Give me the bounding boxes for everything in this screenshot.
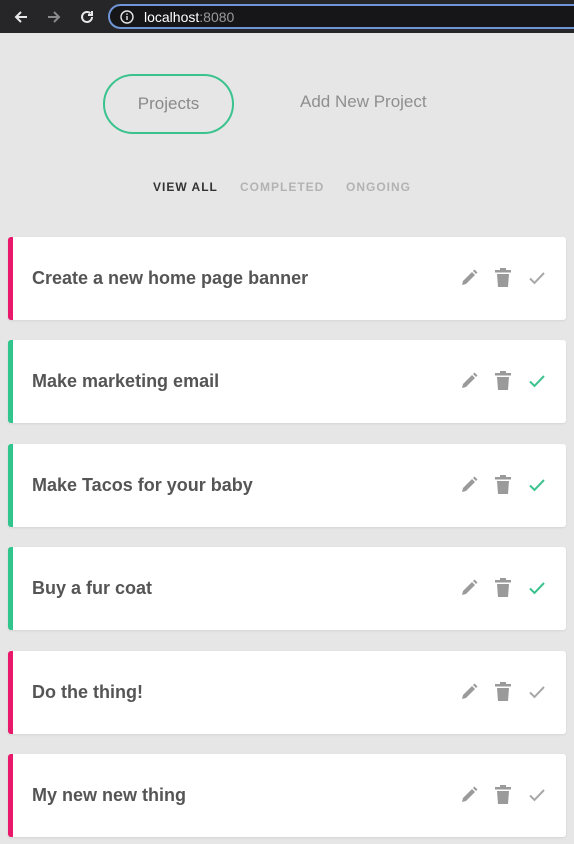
complete-checkmark-icon[interactable] — [526, 474, 548, 496]
edit-pencil-icon[interactable] — [458, 267, 480, 289]
project-card[interactable]: Buy a fur coat — [8, 547, 566, 630]
complete-checkmark-icon[interactable] — [526, 784, 548, 806]
url-host: localhost — [144, 8, 200, 25]
project-card[interactable]: Do the thing! — [8, 651, 566, 734]
reload-icon[interactable] — [76, 6, 98, 28]
info-icon[interactable] — [120, 9, 134, 24]
project-title: Make marketing email — [32, 371, 220, 391]
add-new-project-tab[interactable]: Add New Project — [300, 92, 427, 112]
project-title: Make Tacos for your baby — [32, 475, 253, 495]
project-card[interactable]: My new new thing — [8, 754, 566, 837]
back-arrow-icon[interactable] — [10, 6, 32, 28]
edit-pencil-icon[interactable] — [458, 474, 480, 496]
delete-trash-icon[interactable] — [492, 784, 514, 806]
edit-pencil-icon[interactable] — [458, 681, 480, 703]
project-title: Create a new home page banner — [32, 268, 309, 288]
url-port: :8080 — [199, 8, 235, 25]
project-card[interactable]: Make marketing email — [8, 340, 566, 423]
forward-arrow-icon[interactable] — [43, 6, 65, 28]
address-bar[interactable]: localhost:8080 — [108, 4, 574, 29]
delete-trash-icon[interactable] — [492, 577, 514, 599]
edit-pencil-icon[interactable] — [458, 784, 480, 806]
project-title: Buy a fur coat — [32, 578, 153, 598]
projects-tab[interactable]: Projects — [103, 74, 234, 134]
delete-trash-icon[interactable] — [492, 370, 514, 392]
browser-toolbar: localhost:8080 — [0, 0, 574, 33]
delete-trash-icon[interactable] — [492, 267, 514, 289]
project-title: Do the thing! — [32, 682, 143, 702]
filter-completed[interactable]: COMPLETED — [240, 180, 324, 194]
delete-trash-icon[interactable] — [492, 474, 514, 496]
project-card[interactable]: Create a new home page banner — [8, 237, 566, 320]
complete-checkmark-icon[interactable] — [526, 577, 548, 599]
filter-view-all[interactable]: VIEW ALL — [153, 180, 218, 194]
edit-pencil-icon[interactable] — [458, 577, 480, 599]
edit-pencil-icon[interactable] — [458, 370, 480, 392]
complete-checkmark-icon[interactable] — [526, 370, 548, 392]
complete-checkmark-icon[interactable] — [526, 681, 548, 703]
project-card[interactable]: Make Tacos for your baby — [8, 444, 566, 527]
complete-checkmark-icon[interactable] — [526, 267, 548, 289]
filter-ongoing[interactable]: ONGOING — [346, 180, 411, 194]
delete-trash-icon[interactable] — [492, 681, 514, 703]
project-title: My new new thing — [32, 785, 187, 805]
